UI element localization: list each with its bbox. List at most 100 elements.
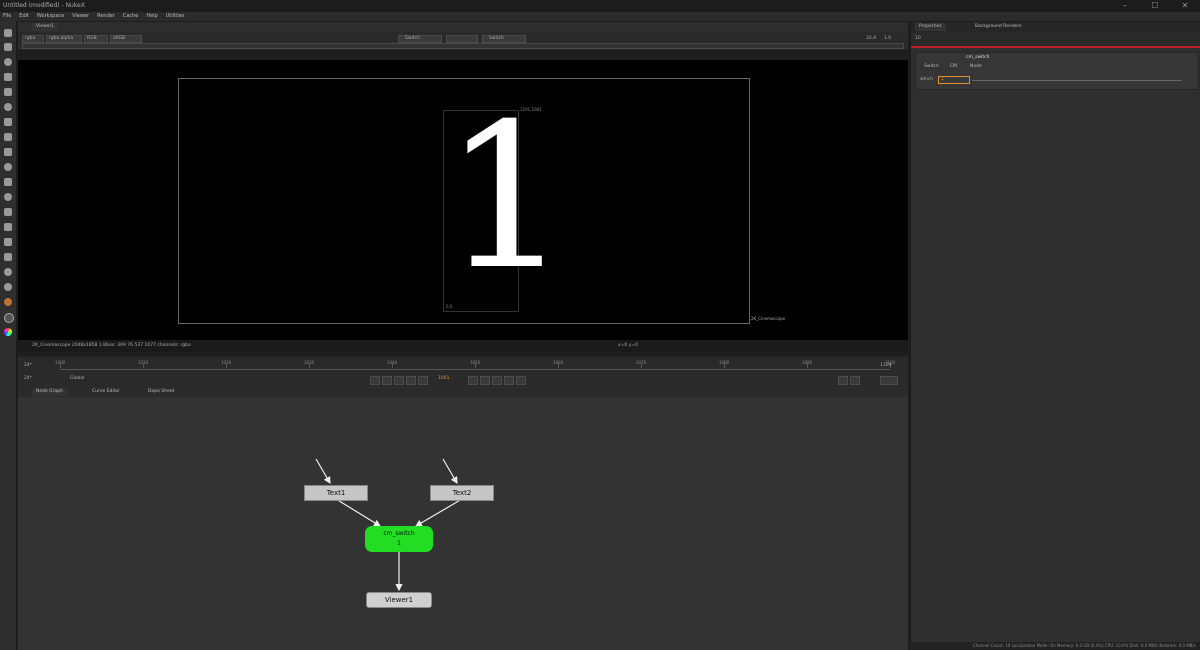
- furnace-icon[interactable]: [4, 253, 12, 261]
- node-text1[interactable]: Text1: [304, 485, 368, 501]
- tab-background-renders[interactable]: Background Renders: [971, 23, 1026, 31]
- channels-dropdown[interactable]: rgba: [22, 35, 44, 43]
- node-connections: [315, 458, 463, 592]
- metadata-icon[interactable]: [4, 193, 12, 201]
- filter-icon[interactable]: [4, 103, 12, 111]
- menu-utilities[interactable]: Utilities: [163, 12, 188, 21]
- viewer-viewport[interactable]: 1 1201,1081 0,0 2K_Cinemascope: [18, 60, 908, 340]
- switch-node-name: cm_switch: [383, 530, 415, 537]
- current-frame-field[interactable]: 1001: [438, 376, 449, 381]
- end-frame-field[interactable]: 1100: [880, 363, 891, 368]
- bbox-corner-bottom-left: 0,0: [446, 304, 453, 309]
- input-a-dropdown[interactable]: Switch: [398, 35, 442, 43]
- which-slider[interactable]: [972, 80, 1182, 81]
- maximize-icon[interactable]: ☐: [1140, 1, 1170, 11]
- timeline-tick-label: 1000: [55, 360, 66, 365]
- properties-tab-bar: Properties Background Renders: [911, 22, 1200, 32]
- timeline-ruler[interactable]: 1000 1010 1020 1030 1040 1050 1060 1070 1080 1090…: [55, 360, 895, 370]
- subtab-node[interactable]: Node: [966, 63, 986, 71]
- max-panels-field[interactable]: 10: [915, 36, 921, 41]
- step-forward-frame-button[interactable]: [480, 376, 490, 385]
- menu-edit[interactable]: Edit: [16, 12, 32, 21]
- alpha-dropdown[interactable]: rgba.alpha: [46, 35, 82, 43]
- channel-icon[interactable]: [4, 73, 12, 81]
- node-viewer1[interactable]: Viewer1: [366, 592, 432, 608]
- subtab-cm[interactable]: CM: [946, 63, 962, 71]
- step-forward-button[interactable]: [492, 376, 502, 385]
- menu-cache[interactable]: Cache: [120, 12, 142, 21]
- close-icon[interactable]: ✕: [1170, 1, 1200, 11]
- keyer-icon[interactable]: [4, 118, 12, 126]
- toolsets-icon[interactable]: [4, 268, 12, 276]
- status-text: Channel Count: 19 Localization Mode: On …: [973, 643, 1196, 648]
- step-back-frame-button[interactable]: [406, 376, 416, 385]
- subtab-switch[interactable]: Switch: [920, 63, 943, 71]
- left-toolbar: [0, 21, 17, 650]
- minimize-icon[interactable]: –: [1110, 1, 1140, 11]
- timeline-tick-label: 1020: [221, 360, 232, 365]
- node-cm-switch[interactable]: cm_switch 1: [365, 526, 433, 552]
- last-frame-button[interactable]: [516, 376, 526, 385]
- draw-icon[interactable]: [4, 43, 12, 51]
- timeline-tick-label: 1030: [304, 360, 315, 365]
- which-label: which: [920, 77, 934, 82]
- status-bar: Channel Count: 19 Localization Mode: On …: [910, 642, 1200, 650]
- fps-dropdown[interactable]: 24*: [24, 376, 32, 381]
- menu-help[interactable]: Help: [143, 12, 160, 21]
- other-icon[interactable]: [4, 238, 12, 246]
- input-b-dropdown[interactable]: Switch: [482, 35, 526, 43]
- step-back-button[interactable]: [394, 376, 404, 385]
- viewer-secondary-controls: [22, 43, 904, 49]
- gain-value[interactable]: 1.0: [884, 36, 891, 41]
- colorspace-dropdown[interactable]: RGB: [84, 35, 108, 43]
- tab-viewer1[interactable]: Viewer1: [32, 23, 59, 31]
- menu-file[interactable]: File: [0, 12, 14, 21]
- play-backward-button[interactable]: [418, 376, 428, 385]
- 3d-icon[interactable]: [4, 163, 12, 171]
- timeline-tick-label: 1050: [470, 360, 481, 365]
- fps-field[interactable]: 24*: [24, 363, 32, 368]
- range-dropdown[interactable]: Global: [70, 376, 84, 381]
- text1-input-arrow: [315, 458, 331, 485]
- properties-panel: Properties Background Renders 10 cm_swit…: [910, 22, 1200, 650]
- viewer-tab-bar: Viewer1: [18, 22, 908, 32]
- node-name-field[interactable]: cm_switch: [966, 55, 989, 60]
- zoom-value[interactable]: 32.4: [866, 36, 876, 41]
- lut-dropdown[interactable]: sRGB: [110, 35, 142, 43]
- first-frame-button[interactable]: [370, 376, 380, 385]
- node-text2[interactable]: Text2: [430, 485, 494, 501]
- play-forward-button[interactable]: [468, 376, 478, 385]
- cache-icon[interactable]: [4, 313, 14, 323]
- color-icon[interactable]: [4, 88, 12, 96]
- tab-node-graph[interactable]: Node Graph: [32, 388, 67, 396]
- gizmo-icon[interactable]: [4, 283, 12, 291]
- which-field[interactable]: 1: [938, 76, 970, 84]
- bbox-corner-top-right: 1201,1081: [520, 107, 542, 112]
- node-graph-canvas[interactable]: Text1 Text2 cm_switch 1 Viewer1: [18, 397, 908, 650]
- prev-keyframe-button[interactable]: [382, 376, 392, 385]
- deep-icon[interactable]: [4, 223, 12, 231]
- transform-icon[interactable]: [4, 148, 12, 156]
- menu-workspace[interactable]: Workspace: [34, 12, 67, 21]
- viewer-info-bar: 2K_Cinemascope 2048x1858 1 Bbox: 369 76 …: [18, 340, 908, 352]
- loop-button[interactable]: [838, 376, 848, 385]
- python-icon[interactable]: [4, 298, 12, 306]
- compare-dropdown[interactable]: [446, 35, 478, 43]
- time-icon[interactable]: [4, 58, 12, 66]
- image-icon[interactable]: [4, 29, 12, 37]
- tab-properties[interactable]: Properties: [915, 23, 946, 31]
- merge-icon[interactable]: [4, 133, 12, 141]
- flipbook-button[interactable]: [880, 376, 898, 385]
- playback-mode-button[interactable]: [850, 376, 860, 385]
- switch-node-value: 1: [397, 540, 401, 547]
- next-keyframe-button[interactable]: [504, 376, 514, 385]
- format-label: 2K_Cinemascope: [751, 316, 786, 321]
- tab-dope-sheet[interactable]: Dope Sheet: [144, 388, 179, 396]
- views-icon[interactable]: [4, 178, 12, 186]
- particles-icon[interactable]: [4, 208, 12, 216]
- color-wheel-icon[interactable]: [4, 328, 12, 336]
- menu-viewer[interactable]: Viewer: [69, 12, 92, 21]
- menu-render[interactable]: Render: [94, 12, 118, 21]
- tab-curve-editor[interactable]: Curve Editor: [88, 388, 125, 396]
- timeline-tick-label: 1090: [802, 360, 813, 365]
